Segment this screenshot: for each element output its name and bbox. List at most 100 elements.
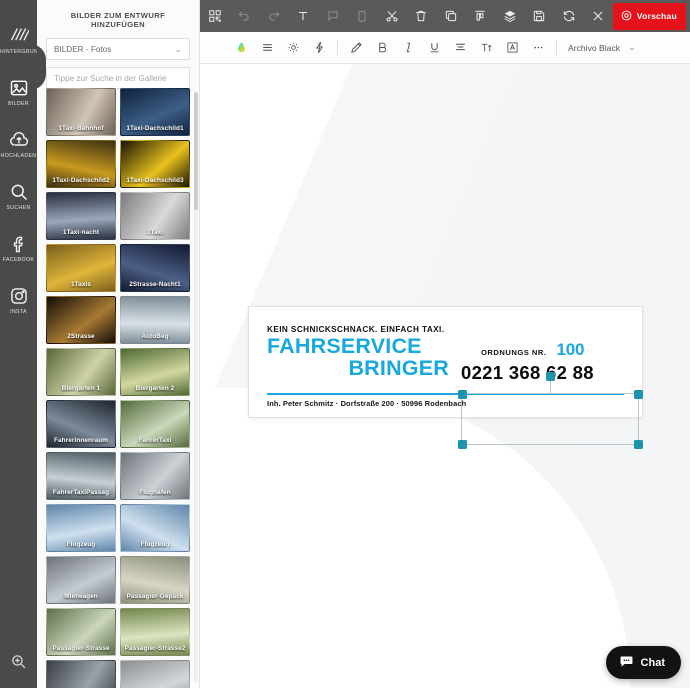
gallery-thumbnail[interactable]: Biergarten 2	[120, 348, 190, 396]
gallery-thumbnail[interactable]: 1Taxi	[120, 192, 190, 240]
qr-barcode-icon[interactable]	[200, 0, 229, 32]
text-frame-icon[interactable]	[499, 32, 525, 64]
shape-icon[interactable]	[318, 0, 347, 32]
close-icon[interactable]	[583, 0, 612, 32]
gallery-thumbnail[interactable]: Flughafen	[120, 452, 190, 500]
align-icon[interactable]	[465, 0, 494, 32]
sidebar-label-bilder: BILDER	[8, 101, 29, 107]
bold-icon[interactable]	[369, 32, 395, 64]
card-divider-line	[267, 393, 624, 395]
category-select[interactable]: BILDER - Fotos ⌄	[46, 38, 190, 60]
font-family-select[interactable]: Archivo Black ⌄	[568, 42, 636, 53]
main-toolbar: Vorschau	[200, 0, 690, 32]
lines-icon[interactable]	[254, 32, 280, 64]
card-order-label: ORDNUNGS NR.	[481, 348, 547, 357]
gallery-thumbnail[interactable]: 2Strasse-Nacht1	[120, 244, 190, 292]
format-toolbar: Archivo Black ⌄	[200, 32, 690, 64]
panel-title: BILDER ZUM ENTWURF HINZUFÜGEN	[70, 11, 166, 29]
text-icon[interactable]	[288, 0, 317, 32]
font-size-icon[interactable]	[473, 32, 499, 64]
search-icon	[9, 182, 29, 202]
gallery-thumbnail-caption: AutoBeg	[141, 333, 169, 340]
gallery-thumbnail[interactable]: 1Taxi-Bahnhof	[46, 88, 116, 136]
save-icon[interactable]	[524, 0, 553, 32]
italic-icon[interactable]	[395, 32, 421, 64]
card-brand-line1: FAHRSERVICE	[267, 334, 422, 358]
pen-icon[interactable]	[343, 32, 369, 64]
zoom-in-icon[interactable]	[0, 653, 37, 670]
undo-icon[interactable]	[229, 0, 258, 32]
preview-button[interactable]: Vorschau	[612, 2, 686, 30]
card-order-number: 100	[556, 340, 585, 359]
layers-icon[interactable]	[495, 0, 524, 32]
image-icon	[9, 78, 29, 98]
gallery-thumbnail[interactable]: 1Taxi-Dachschild1	[120, 88, 190, 136]
sidebar-item-suchen[interactable]: SUCHEN	[0, 182, 37, 229]
gallery-thumbnail[interactable]: Passagier-Gepäck	[120, 556, 190, 604]
gallery-thumbnail[interactable]: 1Taxis	[46, 244, 116, 292]
sidebar-item-hintergrund[interactable]: HINTERGRUND	[0, 26, 37, 73]
trash-icon[interactable]	[406, 0, 435, 32]
redo-icon[interactable]	[259, 0, 288, 32]
copy-icon[interactable]	[436, 0, 465, 32]
design-canvas[interactable]: KEIN SCHNICKSCHNACK. EINFACH TAXI. FAHRS…	[200, 64, 690, 688]
gallery-thumbnail[interactable]: Flugzeug	[120, 504, 190, 552]
business-card-design[interactable]: KEIN SCHNICKSCHNACK. EINFACH TAXI. FAHRS…	[248, 306, 643, 418]
pattern-icon	[9, 26, 29, 46]
gallery-thumbnail-caption: 1Taxi-Bahnhof	[58, 125, 104, 132]
card-order-number-group[interactable]: ORDNUNGS NR. 100	[481, 340, 584, 360]
refresh-icon[interactable]	[554, 0, 583, 32]
align-text-icon[interactable]	[447, 32, 473, 64]
gallery-thumbnail[interactable]: Flugzeug	[46, 504, 116, 552]
toolbar-divider-2	[556, 40, 557, 55]
gallery-thumbnail-caption: 2Strasse-Nacht1	[129, 281, 181, 288]
sidebar-item-hochladen[interactable]: HOCHLADEN	[0, 130, 37, 177]
card-brand-text[interactable]: FAHRSERVICE BRINGER	[267, 335, 449, 380]
sidebar-item-facebook[interactable]: FACEBOOK	[0, 234, 37, 281]
gallery-thumbnail[interactable]	[46, 660, 116, 688]
chat-widget-button[interactable]: Chat	[605, 646, 681, 679]
color-drop-icon[interactable]	[228, 32, 254, 64]
underline-icon[interactable]	[421, 32, 447, 64]
card-brand-line2: BRINGER	[348, 356, 449, 381]
thumbnail-scroll-area[interactable]: 1Taxi-Bahnhof 1Taxi-Dachschild1 1Taxi-Dach…	[37, 88, 199, 688]
gallery-thumbnail[interactable]: 1Taxi-nacht	[46, 192, 116, 240]
chat-bubble-icon	[619, 654, 634, 672]
card-tagline[interactable]: KEIN SCHNICKSCHNACK. EINFACH TAXI.	[267, 325, 444, 334]
gallery-thumbnail-caption: FahrerTaxiPassag	[52, 489, 110, 496]
sidebar-item-insta[interactable]: INSTA	[0, 286, 37, 333]
sidebar-item-bilder[interactable]: BILDER	[0, 78, 37, 125]
sidebar-label-hochladen: HOCHLADEN	[0, 153, 37, 159]
gallery-thumbnail[interactable]: AutoBeg	[120, 296, 190, 344]
gallery-thumbnail[interactable]: 1Taxi-Dachschild2	[46, 140, 116, 188]
more-options-icon[interactable]	[525, 32, 551, 64]
gallery-thumbnail[interactable]: FahrerTaxi	[120, 400, 190, 448]
gallery-thumbnail[interactable]: Fahrerinnenraum	[46, 400, 116, 448]
gallery-thumbnail-caption: 1Taxi	[146, 229, 164, 236]
gallery-thumbnail[interactable]: Biergarten 1	[46, 348, 116, 396]
clipboard-icon[interactable]	[347, 0, 376, 32]
gallery-thumbnail-caption: 1Taxi-Dachschild3	[126, 177, 184, 184]
gallery-thumbnail-caption: Flughafen	[139, 489, 171, 496]
card-phone-number[interactable]: 0221 368 62 88	[461, 362, 594, 384]
effects-icon[interactable]	[306, 32, 332, 64]
gallery-search-input[interactable]: Tippe zur Suche in der Gallerie	[46, 67, 190, 89]
preview-button-label: Vorschau	[636, 11, 677, 21]
upload-cloud-icon	[9, 130, 29, 150]
gallery-thumbnail[interactable]: Passagier-Strasse2	[120, 608, 190, 656]
gallery-thumbnail[interactable]: FahrerTaxiPassag	[46, 452, 116, 500]
gallery-thumbnail[interactable]	[120, 660, 190, 688]
panel-scrollbar[interactable]	[194, 92, 198, 682]
eye-icon	[620, 9, 633, 24]
card-imprint[interactable]: Inh. Peter Schmitz · Dorfstraße 200 · 50…	[267, 399, 466, 408]
gallery-thumbnail[interactable]: Passagier-Strasse	[46, 608, 116, 656]
gallery-thumbnail-caption: Passagier-Strasse	[52, 645, 110, 652]
brightness-icon[interactable]	[280, 32, 306, 64]
gallery-thumbnail[interactable]: Mietwagen	[46, 556, 116, 604]
gallery-thumbnail[interactable]: 2Strasse	[46, 296, 116, 344]
sidebar-label-hintergrund: HINTERGRUND	[0, 49, 37, 55]
sidebar-label-insta: INSTA	[10, 309, 27, 315]
left-icon-rail: HINTERGRUND BILDER HOCHLADEN SUCHEN	[0, 0, 37, 688]
gallery-thumbnail[interactable]: 1Taxi-Dachschild3	[120, 140, 190, 188]
scissors-icon[interactable]	[377, 0, 406, 32]
